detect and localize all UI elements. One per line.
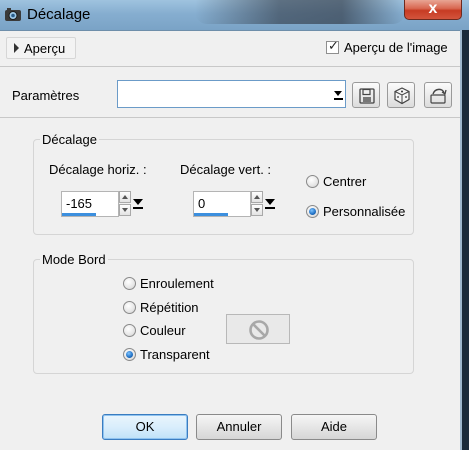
vert-offset-value: 0 <box>198 196 206 211</box>
vert-offset-input[interactable]: 0 <box>193 191 251 217</box>
radio-icon[interactable] <box>123 277 136 290</box>
radio-label: Couleur <box>140 323 186 338</box>
close-button[interactable]: x <box>404 0 462 20</box>
radio-selected-icon[interactable] <box>306 205 319 218</box>
reset-preset-button[interactable] <box>424 82 452 108</box>
window-title: Décalage <box>27 6 91 23</box>
ok-button[interactable]: OK <box>102 414 188 440</box>
spin-down-icon[interactable] <box>251 204 263 216</box>
radio-label: Centrer <box>323 174 367 189</box>
vert-offset-label: Décalage vert. : <box>180 162 272 177</box>
presets-label: Paramètres <box>12 88 80 103</box>
spin-up-icon[interactable] <box>119 191 131 203</box>
help-button[interactable]: Aide <box>291 414 377 440</box>
radio-icon[interactable] <box>306 175 319 188</box>
checkmark-icon: ✓ <box>328 38 339 53</box>
spin-up-icon[interactable] <box>251 191 263 203</box>
color-swatch-disabled[interactable] <box>226 314 290 344</box>
preview-toggle-label: Aperçu <box>24 41 66 56</box>
vert-offset-stepper[interactable]: 0 <box>193 191 277 217</box>
horiz-offset-value: -165 <box>66 196 93 211</box>
vert-offset-dropdown-icon[interactable] <box>264 193 276 215</box>
preview-bar: Aperçu ✓ Aperçu de l'image <box>6 37 459 59</box>
radio-icon[interactable] <box>123 324 136 337</box>
preset-combo[interactable] <box>117 80 346 108</box>
vert-offset-slider-bar[interactable] <box>194 213 228 216</box>
radio-selected-icon[interactable] <box>123 348 136 361</box>
spin-down-icon[interactable] <box>119 204 131 216</box>
separator <box>0 66 460 67</box>
save-preset-icon <box>359 88 375 104</box>
horiz-offset-input[interactable]: -165 <box>61 191 119 217</box>
horiz-offset-slider-bar[interactable] <box>62 213 96 216</box>
combo-dropdown-icon[interactable] <box>334 87 343 101</box>
reset-preset-icon <box>430 88 447 104</box>
title-bar: Décalage x <box>0 0 469 31</box>
horiz-offset-stepper[interactable]: -165 <box>61 191 145 217</box>
edge-mode-group <box>33 259 414 374</box>
prohibited-icon <box>249 320 269 340</box>
cancel-button[interactable]: Annuler <box>196 414 282 440</box>
radio-label: Répétition <box>140 300 199 315</box>
expand-triangle-icon <box>14 43 19 53</box>
radio-label: Transparent <box>140 347 210 362</box>
radio-label: Enroulement <box>140 276 214 291</box>
window-edge <box>460 30 469 450</box>
image-preview-label: Aperçu de l'image <box>344 40 448 55</box>
title-bar-reflection <box>195 0 405 24</box>
image-preview-checkbox[interactable]: ✓ <box>326 38 339 54</box>
horiz-offset-spin[interactable] <box>119 191 131 217</box>
separator <box>0 117 460 118</box>
horiz-offset-label: Décalage horiz. : <box>49 162 147 177</box>
edge-mode-group-title: Mode Bord <box>40 252 108 267</box>
radio-label: Personnalisée <box>323 204 406 219</box>
close-icon: x <box>428 0 438 17</box>
random-dice-icon <box>394 87 410 105</box>
horiz-offset-dropdown-icon[interactable] <box>132 193 144 215</box>
radio-icon[interactable] <box>123 301 136 314</box>
app-icon <box>4 7 22 23</box>
random-button[interactable] <box>387 82 415 108</box>
preview-toggle-button[interactable]: Aperçu <box>6 37 76 59</box>
vert-offset-spin[interactable] <box>251 191 263 217</box>
offset-group-title: Décalage <box>40 132 99 147</box>
save-preset-button[interactable] <box>352 82 380 108</box>
